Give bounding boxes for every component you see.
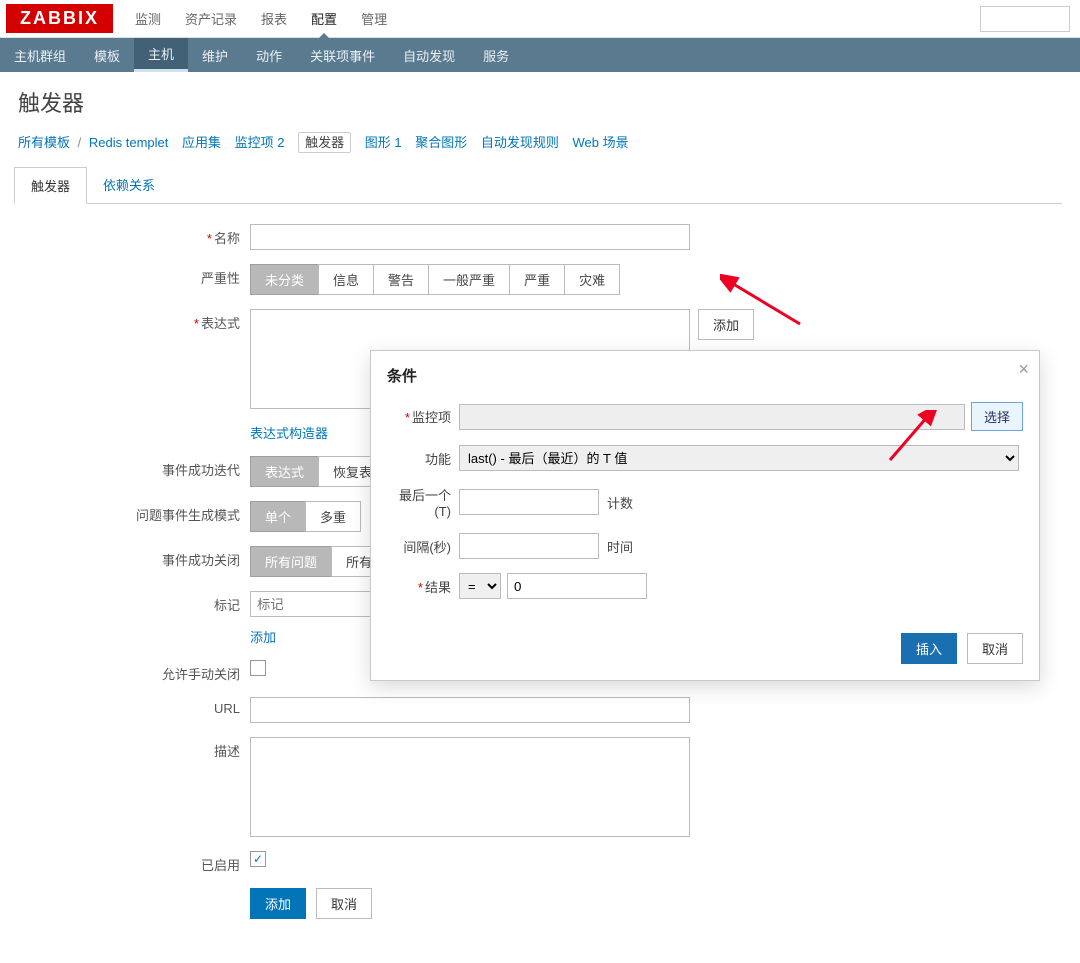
severity-group: 未分类 信息 警告 一般严重 严重 灾难 (250, 264, 620, 295)
crumb-discovery[interactable]: 自动发现规则 (481, 135, 559, 150)
severity-warning[interactable]: 警告 (373, 264, 429, 295)
dlabel-count: 计数 (607, 493, 633, 512)
link-expression-constructor[interactable]: 表达式构造器 (250, 423, 328, 442)
crumb-apps[interactable]: 应用集 (182, 135, 221, 150)
label-enabled: 已启用 (18, 851, 250, 874)
label-expression: *表达式 (18, 309, 250, 332)
crumb-triggers[interactable]: 触发器 (298, 132, 351, 153)
crumb-sep: / (78, 135, 82, 150)
search-input[interactable] (980, 6, 1070, 32)
crumb-screens[interactable]: 聚合图形 (415, 135, 467, 150)
subnav-actions[interactable]: 动作 (242, 38, 296, 72)
dialog-interval-input[interactable] (459, 533, 599, 559)
dialog-insert-button[interactable]: 插入 (901, 633, 957, 664)
topnav-inventory[interactable]: 资产记录 (173, 0, 249, 38)
severity-info[interactable]: 信息 (318, 264, 374, 295)
crumb-items[interactable]: 监控项 2 (235, 135, 285, 150)
input-url[interactable] (250, 697, 690, 723)
subnav-hostgroups[interactable]: 主机群组 (0, 38, 80, 72)
subnav-maintenance[interactable]: 维护 (188, 38, 242, 72)
sub-nav: 主机群组 模板 主机 维护 动作 关联项事件 自动发现 服务 (0, 38, 1080, 72)
dialog-item-input[interactable] (459, 404, 965, 430)
subnav-templates[interactable]: 模板 (80, 38, 134, 72)
input-name[interactable] (250, 224, 690, 250)
label-manual-close: 允许手动关闭 (18, 660, 250, 683)
tab-dependencies[interactable]: 依赖关系 (87, 167, 171, 203)
top-bar: ZABBIX 监测 资产记录 报表 配置 管理 (0, 0, 1080, 38)
textarea-description[interactable] (250, 737, 690, 837)
tabs: 触发器 依赖关系 (14, 167, 1062, 204)
button-cancel[interactable]: 取消 (316, 888, 372, 919)
top-search (980, 6, 1070, 32)
subnav-hosts[interactable]: 主机 (134, 38, 188, 72)
severity-disaster[interactable]: 灾难 (564, 264, 620, 295)
problem-gen-single[interactable]: 单个 (250, 501, 306, 532)
button-add-expression[interactable]: 添加 (698, 309, 754, 340)
dlabel-item: *监控项 (387, 407, 459, 426)
label-description: 描述 (18, 737, 250, 760)
crumb-all-templates[interactable]: 所有模板 (18, 135, 70, 150)
problem-gen-multi[interactable]: 多重 (305, 501, 361, 532)
label-ok-iter: 事件成功迭代 (18, 456, 250, 479)
dialog-select-button[interactable]: 选择 (971, 402, 1023, 431)
button-add[interactable]: 添加 (250, 888, 306, 919)
severity-average[interactable]: 一般严重 (428, 264, 510, 295)
crumb-web[interactable]: Web 场景 (573, 135, 629, 150)
input-tag[interactable] (250, 591, 380, 617)
label-ok-close: 事件成功关闭 (18, 546, 250, 569)
dialog-result-value[interactable] (507, 573, 647, 599)
topnav-monitor[interactable]: 监测 (123, 0, 173, 38)
label-tags: 标记 (18, 591, 250, 614)
checkbox-manual-close[interactable] (250, 660, 266, 676)
dialog-cancel-button[interactable]: 取消 (967, 633, 1023, 664)
ok-iter-expression[interactable]: 表达式 (250, 456, 319, 487)
subnav-services[interactable]: 服务 (469, 38, 523, 72)
crumb-template-name[interactable]: Redis templet (89, 135, 168, 150)
topnav-reports[interactable]: 报表 (249, 0, 299, 38)
subnav-correlation[interactable]: 关联项事件 (296, 38, 389, 72)
top-nav: 监测 资产记录 报表 配置 管理 (123, 0, 399, 38)
dialog-last-t-input[interactable] (459, 489, 599, 515)
dialog-close-icon[interactable]: × (1018, 359, 1029, 380)
dlabel-func: 功能 (387, 449, 459, 468)
subnav-discovery[interactable]: 自动发现 (389, 38, 469, 72)
topnav-admin[interactable]: 管理 (349, 0, 399, 38)
dlabel-last-t: 最后一个 (T) (387, 485, 459, 519)
tab-trigger[interactable]: 触发器 (14, 167, 87, 204)
dlabel-time: 时间 (607, 537, 633, 556)
logo: ZABBIX (6, 4, 113, 33)
ok-close-all[interactable]: 所有问题 (250, 546, 332, 577)
dialog-title: 条件 (371, 351, 1039, 392)
severity-unclassified[interactable]: 未分类 (250, 264, 319, 295)
link-add-tag[interactable]: 添加 (250, 630, 276, 645)
breadcrumb: 所有模板 / Redis templet 应用集 监控项 2 触发器 图形 1 … (0, 128, 1080, 161)
topnav-config[interactable]: 配置 (299, 0, 349, 38)
label-url: URL (18, 697, 250, 716)
label-name: *名称 (18, 224, 250, 247)
severity-high[interactable]: 严重 (509, 264, 565, 295)
label-severity: 严重性 (18, 264, 250, 287)
dlabel-result: *结果 (387, 577, 459, 596)
dialog-result-op[interactable]: = (459, 573, 501, 599)
checkbox-enabled[interactable]: ✓ (250, 851, 266, 867)
condition-dialog: × 条件 *监控项 选择 功能 last() - 最后（最近）的 T 值 最后一… (370, 350, 1040, 681)
label-problem-gen: 问题事件生成模式 (18, 501, 250, 524)
dlabel-interval: 间隔(秒) (387, 537, 459, 556)
crumb-graphs[interactable]: 图形 1 (365, 135, 402, 150)
dialog-func-select[interactable]: last() - 最后（最近）的 T 值 (459, 445, 1019, 471)
page-title: 触发器 (0, 72, 1080, 128)
